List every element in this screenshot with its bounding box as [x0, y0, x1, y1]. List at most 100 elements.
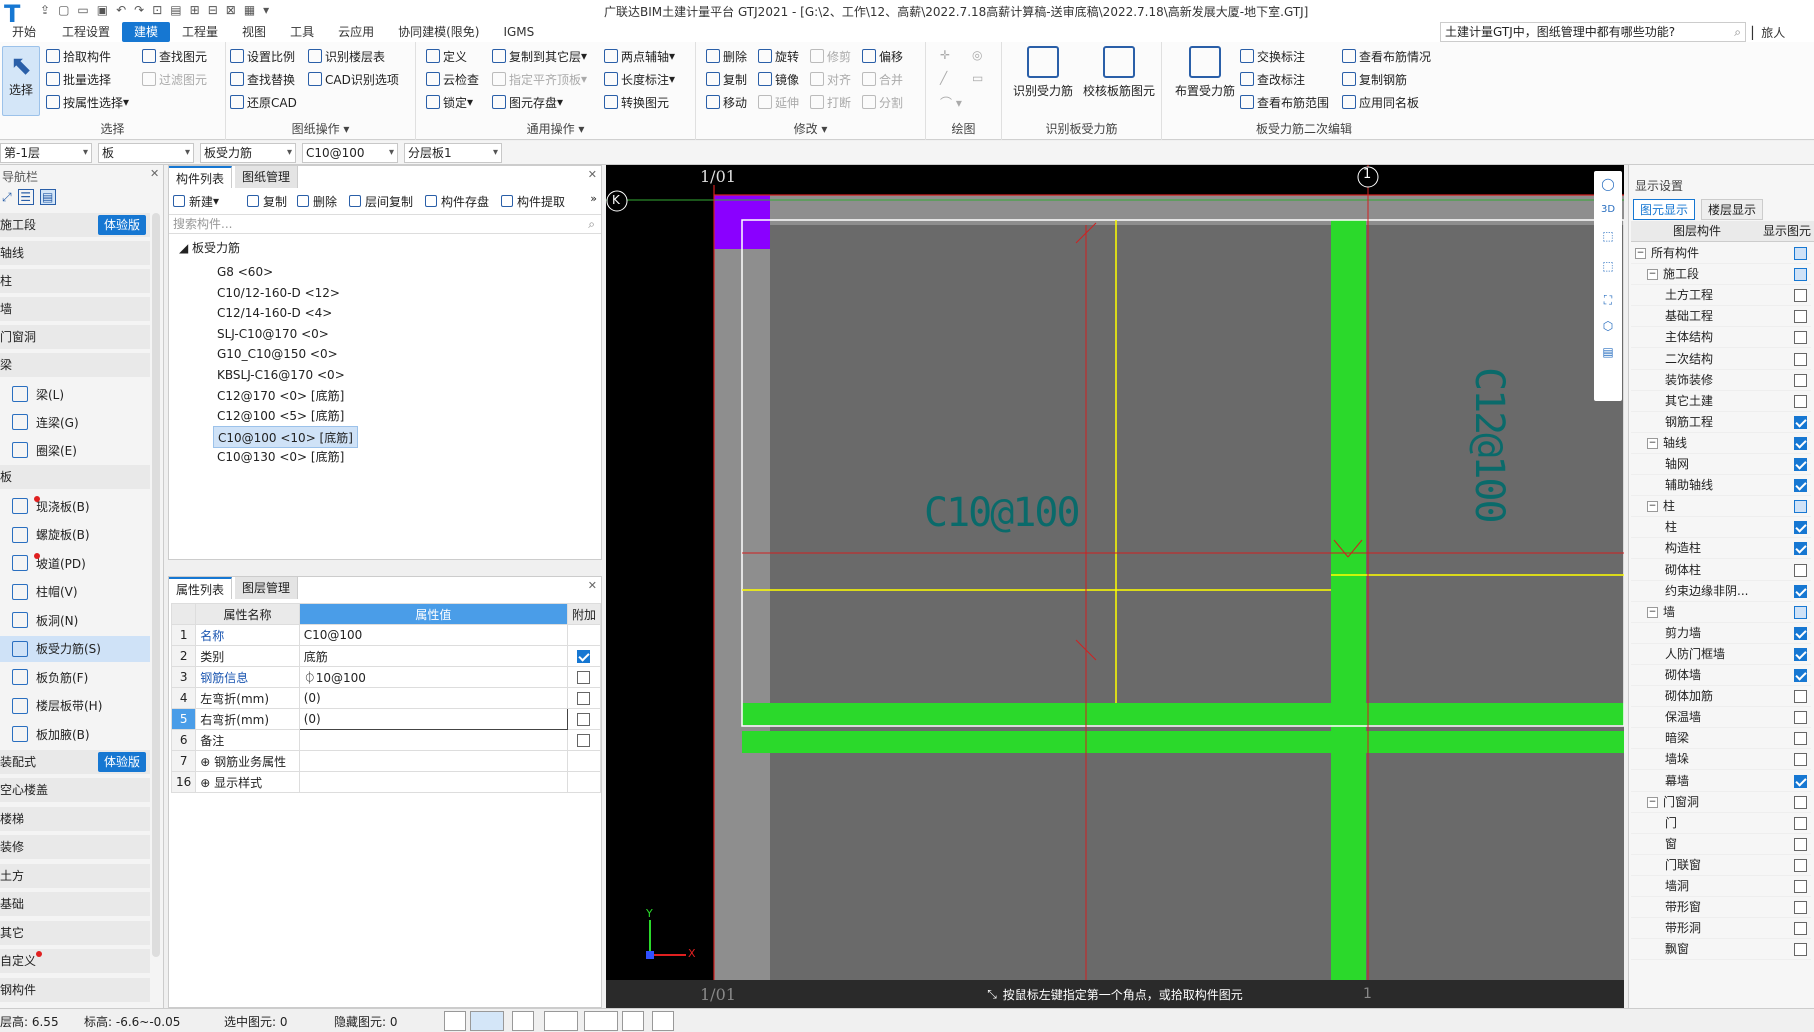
nav-item[interactable]: 坡道(PD) [0, 550, 150, 576]
tab-property-list[interactable]: 属性列表 [169, 577, 233, 599]
save-icon[interactable]: ▣ [97, 3, 108, 17]
visibility-checkbox[interactable] [1794, 816, 1807, 830]
length-dim-button[interactable]: 长度标注 ▾ [604, 69, 675, 89]
nav-section[interactable]: 空心楼盖 [0, 778, 150, 802]
convert-element-button[interactable]: 转换图元 [604, 92, 669, 112]
visibility-checkbox[interactable] [1794, 901, 1807, 915]
visibility-checkbox[interactable] [1794, 521, 1807, 535]
visibility-checkbox[interactable] [1794, 458, 1807, 471]
tree-item[interactable]: C10@130 <0> [底筋] [213, 446, 348, 468]
view-range-button[interactable]: 查看布筋范围 [1240, 92, 1329, 112]
layer-row[interactable]: 二次结构 [1631, 349, 1811, 370]
layer-row[interactable]: 剪力墙 [1631, 623, 1811, 644]
visibility-checkbox[interactable] [1794, 795, 1807, 809]
property-row[interactable]: 3 钢筋信息 ⏀10@100 [170, 666, 602, 688]
tree-item[interactable]: G8 <60> [213, 261, 277, 283]
visibility-checkbox[interactable] [1794, 605, 1807, 619]
visibility-checkbox[interactable] [1794, 711, 1807, 725]
arc-icon[interactable]: ⌒ ▾ [940, 94, 962, 111]
visibility-checkbox[interactable] [1794, 880, 1807, 893]
select-button[interactable]: ⬉ 选择 [2, 46, 40, 116]
layer-row[interactable]: − 墙 [1631, 602, 1811, 623]
dynamic-input-toggle[interactable] [512, 1011, 534, 1031]
layer-row[interactable]: 约束边缘非阴... [1631, 581, 1811, 602]
element-save-button[interactable]: 图元存盘 ▾ [492, 92, 563, 112]
property-value[interactable]: (0) [298, 687, 568, 709]
visibility-checkbox[interactable] [1794, 584, 1807, 598]
close-icon[interactable]: ✕ [588, 168, 597, 181]
layer-row[interactable]: 砌体加筋 [1631, 686, 1811, 708]
collapse-toggle-icon[interactable]: − [1647, 796, 1658, 808]
tree-root[interactable]: ◢ 板受力筋 [179, 239, 240, 256]
layer-row[interactable]: 装饰装修 [1631, 370, 1811, 391]
nav-section[interactable]: 装修 [0, 835, 150, 859]
align-top-button[interactable]: 指定平齐顶板 ▾ [492, 69, 587, 89]
nav-section[interactable]: 柱 [0, 269, 150, 293]
point-icon[interactable]: ✛ [940, 48, 950, 62]
tab-cloud[interactable]: 云应用 [326, 22, 386, 42]
layer-row[interactable]: − 门窗洞 [1631, 792, 1811, 813]
visibility-checkbox[interactable] [1794, 837, 1807, 851]
layer-row[interactable]: − 轴线 [1631, 433, 1811, 454]
rebar-label-vertical[interactable]: C12@100 [1466, 367, 1512, 522]
layer-row[interactable]: 暗梁 [1631, 728, 1811, 750]
find-replace-button[interactable]: 查找替换 [230, 69, 295, 89]
property-row[interactable]: 6 备注 [170, 729, 602, 751]
tree-item[interactable]: C12@170 <0> [底筋] [213, 385, 348, 407]
upload-icon[interactable]: ⇪ [40, 3, 50, 17]
drawing-group-label[interactable]: 图纸操作 ▾ [226, 120, 415, 137]
layer-row[interactable]: 带形窗 [1631, 897, 1811, 919]
nav-section[interactable]: 土方 [0, 863, 150, 888]
select-by-attr-button[interactable]: 按属性选择 ▾ [46, 92, 129, 112]
floor-copy-button[interactable]: 层间复制 [349, 192, 413, 210]
toolbar-icon[interactable]: ▤ [170, 3, 181, 17]
break-button[interactable]: 打断 [810, 92, 851, 112]
property-row[interactable]: 1 名称 C10@100 [170, 624, 602, 646]
layer-row[interactable]: 保温墙 [1631, 707, 1811, 729]
visibility-checkbox[interactable] [1794, 479, 1807, 493]
collapse-toggle-icon[interactable]: − [1647, 501, 1658, 513]
green-beam-horizontal[interactable] [742, 703, 1624, 725]
tree-item[interactable]: C10@100 <10> [底筋] [213, 425, 358, 448]
layer-row[interactable]: 人防门框墙 [1631, 644, 1811, 665]
copy-rebar-button[interactable]: 复制钢筋 [1342, 69, 1407, 89]
trial-badge[interactable]: 体验版 [97, 215, 146, 235]
layer-row[interactable]: 主体结构 [1631, 327, 1811, 349]
layer-row[interactable]: − 所有构件 [1631, 243, 1811, 264]
copy-component-button[interactable]: 复制 [247, 192, 287, 210]
edit-label-button[interactable]: 查改标注 [1240, 69, 1305, 89]
nav-section[interactable]: 轴线 [0, 241, 150, 265]
tab-project-settings[interactable]: 工程设置 [50, 22, 122, 42]
component-select[interactable]: C10@100 [302, 143, 398, 163]
extend-button[interactable]: 延伸 [758, 92, 799, 112]
rotate-button[interactable]: 旋转 [758, 46, 799, 66]
nav-item[interactable]: 柱帽(V) [0, 579, 150, 605]
layer-row[interactable]: 土方工程 [1631, 285, 1811, 307]
property-row[interactable]: 16 ⊕ 显示样式 [170, 771, 602, 793]
visibility-checkbox[interactable] [1794, 690, 1807, 704]
nav-section[interactable]: 梁 [0, 353, 150, 377]
more-icon[interactable]: » [590, 192, 597, 205]
tab-collab[interactable]: 协同建模(限免) [386, 22, 491, 42]
list-icon[interactable]: ▤ [1594, 339, 1622, 365]
box-view-icon[interactable]: ⬚ [1594, 253, 1622, 287]
nav-section[interactable]: 自定义 [0, 949, 150, 973]
property-value[interactable] [298, 729, 568, 751]
toolbar-icon[interactable]: ▦ [244, 3, 255, 17]
extra-checkbox[interactable] [577, 713, 591, 726]
undo-icon[interactable]: ↶ [116, 3, 126, 17]
visibility-checkbox[interactable] [1794, 647, 1807, 661]
nav-section[interactable]: 门窗洞 [0, 325, 150, 349]
restore-cad-button[interactable]: 还原CAD [230, 92, 297, 112]
property-value[interactable] [298, 771, 568, 793]
visibility-checkbox[interactable] [1794, 563, 1807, 577]
circle-icon[interactable]: ◎ [972, 48, 982, 62]
nav-item[interactable]: 楼层板带(H) [0, 693, 150, 719]
pick-component-button[interactable]: 拾取构件 [46, 46, 111, 66]
property-value[interactable]: C10@100 [298, 624, 568, 646]
nav-section[interactable]: 装配式 体验版 [0, 749, 150, 774]
visibility-checkbox[interactable] [1794, 669, 1807, 682]
swap-label-button[interactable]: 交换标注 [1240, 46, 1305, 66]
visibility-checkbox[interactable] [1794, 922, 1807, 936]
visibility-checkbox[interactable] [1794, 774, 1807, 788]
